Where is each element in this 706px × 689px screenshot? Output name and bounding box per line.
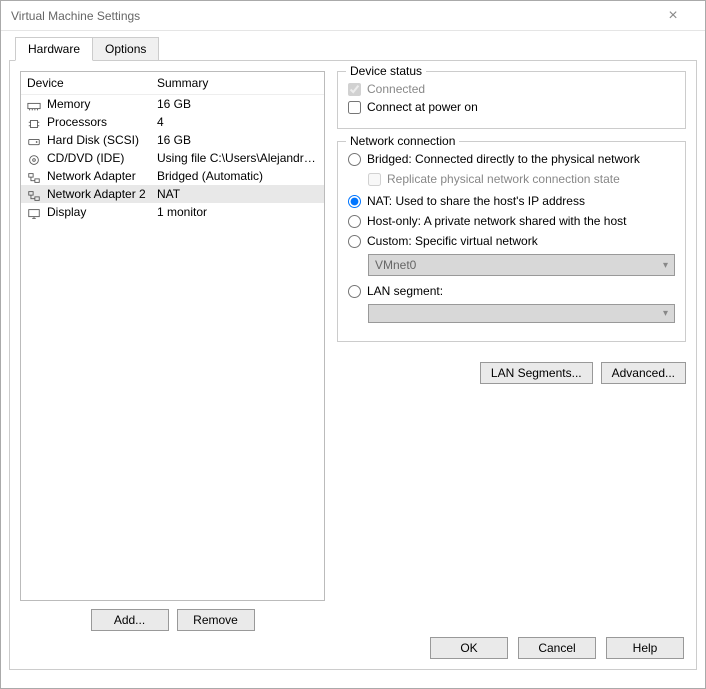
connected-checkbox-input: [348, 83, 361, 96]
device-summary: Bridged (Automatic): [157, 169, 318, 183]
ok-button[interactable]: OK: [430, 637, 508, 659]
device-list-buttons: Add... Remove: [20, 609, 325, 631]
connect-power-label: Connect at power on: [367, 100, 478, 114]
device-row[interactable]: Hard Disk (SCSI)16 GB: [21, 131, 324, 149]
tab-hardware[interactable]: Hardware: [15, 37, 93, 61]
connect-power-checkbox[interactable]: Connect at power on: [348, 100, 675, 114]
device-status-title: Device status: [346, 64, 426, 78]
custom-network-dropdown[interactable]: VMnet0 ▾: [368, 254, 675, 276]
add-button[interactable]: Add...: [91, 609, 169, 631]
device-label: Memory: [47, 97, 157, 111]
device-row[interactable]: Memory16 GB: [21, 95, 324, 113]
lan-radio[interactable]: LAN segment:: [348, 284, 675, 298]
lan-label: LAN segment:: [367, 284, 443, 298]
nat-label: NAT: Used to share the host's IP address: [367, 194, 585, 208]
device-summary: 16 GB: [157, 97, 318, 111]
tab-hardware-label: Hardware: [28, 42, 80, 56]
device-summary: NAT: [157, 187, 318, 201]
nat-radio-input[interactable]: [348, 195, 361, 208]
window-title: Virtual Machine Settings: [11, 9, 140, 23]
tabs: Hardware Options: [1, 37, 705, 61]
col-header-device[interactable]: Device: [27, 76, 157, 90]
dialog-footer: OK Cancel Help: [430, 637, 684, 659]
custom-network-value: VMnet0: [375, 258, 416, 272]
replicate-checkbox-input: [368, 173, 381, 186]
device-list: Device Summary Memory16 GBProcessors4Har…: [20, 71, 325, 601]
chevron-down-icon: ▾: [663, 308, 668, 319]
connect-power-checkbox-input[interactable]: [348, 101, 361, 114]
device-label: Network Adapter: [47, 169, 157, 183]
device-label: Processors: [47, 115, 157, 129]
display-icon: [27, 206, 43, 218]
network-buttons: LAN Segments... Advanced...: [337, 362, 686, 384]
bridged-label: Bridged: Connected directly to the physi…: [367, 152, 640, 166]
device-row[interactable]: Network Adapter 2NAT: [21, 185, 324, 203]
device-label: Network Adapter 2: [47, 187, 157, 201]
device-label: CD/DVD (IDE): [47, 151, 157, 165]
device-summary: Using file C:\Users\Alejandro...: [157, 151, 318, 165]
custom-label: Custom: Specific virtual network: [367, 234, 538, 248]
tab-options-label: Options: [105, 42, 146, 56]
lan-radio-input[interactable]: [348, 285, 361, 298]
lan-segment-dropdown[interactable]: ▾: [368, 304, 675, 323]
replicate-checkbox: Replicate physical network connection st…: [368, 172, 675, 186]
tab-content: Device Summary Memory16 GBProcessors4Har…: [9, 60, 697, 670]
remove-button[interactable]: Remove: [177, 609, 255, 631]
advanced-button[interactable]: Advanced...: [601, 362, 686, 384]
connected-checkbox: Connected: [348, 82, 675, 96]
replicate-label: Replicate physical network connection st…: [387, 172, 620, 186]
memory-icon: [27, 98, 43, 110]
titlebar: Virtual Machine Settings ×: [1, 1, 705, 31]
lan-segments-button[interactable]: LAN Segments...: [480, 362, 593, 384]
network-icon: [27, 188, 43, 200]
bridged-radio-input[interactable]: [348, 153, 361, 166]
hostonly-label: Host-only: A private network shared with…: [367, 214, 626, 228]
help-button[interactable]: Help: [606, 637, 684, 659]
device-row[interactable]: CD/DVD (IDE)Using file C:\Users\Alejandr…: [21, 149, 324, 167]
device-label: Display: [47, 205, 157, 219]
device-status-group: Device status Connected Connect at power…: [337, 71, 686, 129]
hostonly-radio-input[interactable]: [348, 215, 361, 228]
device-summary: 16 GB: [157, 133, 318, 147]
device-summary: 4: [157, 115, 318, 129]
hostonly-radio[interactable]: Host-only: A private network shared with…: [348, 214, 675, 228]
network-icon: [27, 170, 43, 182]
bridged-radio[interactable]: Bridged: Connected directly to the physi…: [348, 152, 675, 166]
device-label: Hard Disk (SCSI): [47, 133, 157, 147]
cd-icon: [27, 152, 43, 164]
device-summary: 1 monitor: [157, 205, 318, 219]
network-connection-title: Network connection: [346, 134, 459, 148]
close-icon[interactable]: ×: [651, 7, 695, 25]
device-list-header: Device Summary: [21, 72, 324, 95]
processor-icon: [27, 116, 43, 128]
nat-radio[interactable]: NAT: Used to share the host's IP address: [348, 194, 675, 208]
device-row[interactable]: Processors4: [21, 113, 324, 131]
connected-label: Connected: [367, 82, 425, 96]
cancel-button[interactable]: Cancel: [518, 637, 596, 659]
device-row[interactable]: Network AdapterBridged (Automatic): [21, 167, 324, 185]
tab-options[interactable]: Options: [92, 37, 159, 61]
custom-radio-input[interactable]: [348, 235, 361, 248]
custom-radio[interactable]: Custom: Specific virtual network: [348, 234, 675, 248]
disk-icon: [27, 134, 43, 146]
settings-window: Virtual Machine Settings × Hardware Opti…: [0, 0, 706, 689]
col-header-summary[interactable]: Summary: [157, 76, 318, 90]
device-row[interactable]: Display1 monitor: [21, 203, 324, 221]
network-connection-group: Network connection Bridged: Connected di…: [337, 141, 686, 342]
chevron-down-icon: ▾: [663, 260, 668, 271]
